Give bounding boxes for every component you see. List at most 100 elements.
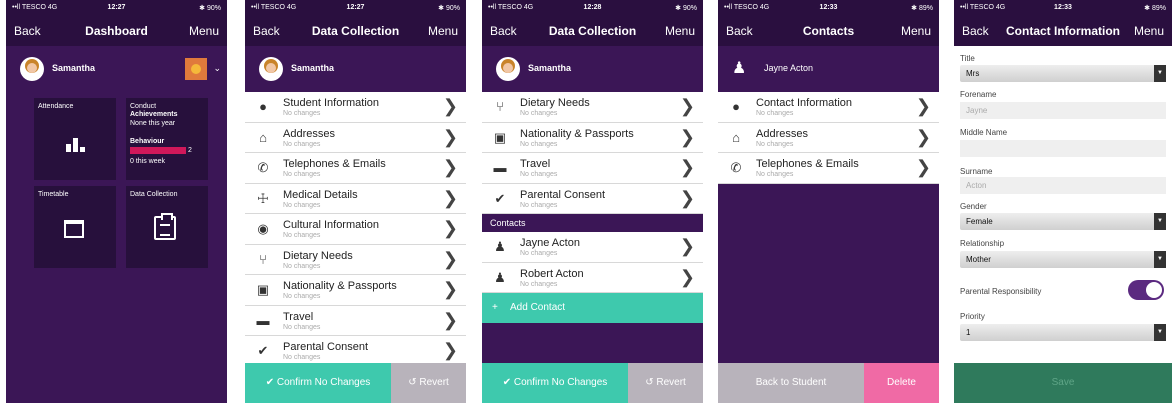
status-bar: ••ll TESCO 4G 12:27 ✱ 90%	[6, 0, 227, 16]
phone-icon: ✆	[730, 160, 742, 175]
item-label: Parental Consent	[520, 188, 605, 201]
battery-label: ✱ 89%	[1144, 5, 1166, 12]
list-item[interactable]: ⑂ Dietary Needs No changes ❯	[245, 244, 466, 275]
delete-button[interactable]: Delete	[864, 363, 939, 403]
chevron-right-icon: ❯	[679, 157, 695, 177]
battery-label: ✱ 89%	[911, 5, 933, 12]
item-label: Parental Consent	[283, 341, 368, 353]
priority-select[interactable]: 1 ▼	[960, 324, 1166, 341]
status-bar: ••ll TESCO 4G 12:27 ✱ 90%	[245, 0, 466, 16]
item-label: Nationality & Passports	[283, 280, 397, 292]
gender-select[interactable]: Female ▼	[960, 213, 1166, 230]
achievements-label: Achievements	[130, 111, 178, 118]
list-item[interactable]: ⌂ Addresses No changes ❯	[718, 122, 939, 153]
menu-button[interactable]: Menu	[428, 24, 458, 38]
list-item[interactable]: ▣ Nationality & Passports No changes ❯	[245, 275, 466, 306]
menu-button[interactable]: Menu	[1134, 24, 1164, 38]
item-status: No changes	[283, 293, 321, 300]
priority-label: Priority	[960, 312, 985, 321]
add-contact-button[interactable]: + Add Contact	[482, 293, 703, 323]
select-value: Mother	[966, 255, 991, 264]
person-pin-icon: ♟	[494, 269, 506, 285]
tile-label: Attendance	[38, 103, 74, 110]
item-status: No changes	[283, 354, 321, 361]
list-item[interactable]: ◉ Cultural Information No changes ❯	[245, 214, 466, 245]
menu-button[interactable]: Menu	[189, 24, 219, 38]
chevron-down-icon[interactable]: ⌄	[213, 63, 221, 74]
navbar: Back Data Collection Menu	[482, 16, 703, 46]
revert-button[interactable]: ↺ Revert	[628, 363, 703, 403]
list-item[interactable]: ▬ Travel No changes ❯	[482, 153, 703, 184]
parental-responsibility-label: Parental Responsibility	[960, 287, 1042, 296]
item-label: Addresses	[283, 127, 335, 140]
action-bar: ✔ Confirm No Changes ↺ Revert	[482, 363, 703, 403]
battery-label: ✱ 90%	[199, 5, 221, 12]
button-label: Add Contact	[510, 302, 566, 313]
list-item[interactable]: ▣ Nationality & Passports No changes ❯	[482, 122, 703, 153]
list-item[interactable]: ● Contact Information No changes ❯	[718, 92, 939, 123]
list-item[interactable]: ⑂ Dietary Needs No changes ❯	[482, 92, 703, 123]
phone-contacts: ••ll TESCO 4G 12:33 ✱ 89% Back Contacts …	[718, 0, 939, 403]
contact-menu-list: ● Contact Information No changes ❯ ⌂ Address…	[718, 92, 939, 184]
car-icon: ▬	[256, 312, 270, 328]
timetable-tile[interactable]: Timetable	[34, 186, 116, 268]
confirm-no-changes-button[interactable]: ✔ Confirm No Changes	[482, 363, 628, 403]
contacts-section-header: Contacts	[482, 214, 703, 232]
back-to-student-button[interactable]: Back to Student	[718, 363, 864, 403]
check-icon: ✔	[494, 190, 506, 206]
contact-item[interactable]: ♟ Jayne Acton No changes ❯	[482, 232, 703, 263]
confirm-no-changes-button[interactable]: ✔ Confirm No Changes	[245, 363, 391, 403]
list-item[interactable]: ✆ Telephones & Emails No changes ❯	[718, 153, 939, 184]
phone-data-collection-scrolled: ••ll TESCO 4G 12:28 ✱ 90% Back Data Coll…	[482, 0, 703, 403]
field-value: Acton	[966, 181, 987, 190]
clock: 12:33	[819, 4, 838, 11]
conduct-tile[interactable]: Conduct Achievements None this year Beha…	[126, 98, 208, 180]
item-label: Robert Acton	[520, 267, 584, 280]
forename-field[interactable]: Jayne	[960, 102, 1166, 119]
list-item[interactable]: ☩ Medical Details No changes ❯	[245, 183, 466, 214]
list-item[interactable]: ✆ Telephones & Emails No changes ❯	[245, 153, 466, 184]
chevron-right-icon: ❯	[442, 126, 458, 147]
navbar: Back Contacts Menu	[718, 16, 939, 46]
chevron-right-icon: ❯	[915, 96, 931, 116]
avatar	[20, 57, 44, 81]
item-status: No changes	[520, 110, 558, 117]
menu-button[interactable]: Menu	[901, 24, 931, 38]
select-value: Mrs	[966, 69, 980, 78]
menu-button[interactable]: Menu	[665, 24, 695, 38]
relationship-select[interactable]: Mother ▼	[960, 251, 1166, 268]
list-item[interactable]: ▬ Travel No changes ❯	[245, 305, 466, 336]
item-status: No changes	[520, 201, 558, 209]
contact-form: Title Mrs ▼ Forename Jayne Middle Name Su…	[954, 46, 1172, 403]
data-collection-tile[interactable]: Data Collection	[126, 186, 208, 268]
list-item[interactable]: ● Student Information No changes ❯	[245, 92, 466, 123]
student-name: Samantha	[528, 63, 572, 73]
avatar	[259, 57, 283, 81]
student-selector[interactable]: Samantha ⌄	[6, 46, 227, 92]
item-label: Telephones & Emails	[283, 158, 386, 170]
dashboard-grid: Attendance Conduct Achievements None thi…	[6, 92, 227, 403]
title-select[interactable]: Mrs ▼	[960, 65, 1166, 82]
chevron-right-icon: ❯	[679, 187, 695, 208]
button-label: Revert	[656, 377, 686, 388]
chevron-right-icon: ❯	[679, 236, 695, 256]
chevron-right-icon: ❯	[442, 309, 458, 330]
check-icon: ✔	[257, 343, 269, 358]
calendar-icon	[64, 220, 84, 238]
parental-responsibility-toggle[interactable]	[1128, 280, 1164, 300]
list-item[interactable]: ✔ Parental Consent No changes ❯	[482, 183, 703, 214]
surname-field[interactable]: Acton	[960, 177, 1166, 194]
list-item[interactable]: ✔ Parental Consent No changes ❯	[245, 336, 466, 367]
tile-label: Conduct	[130, 103, 157, 110]
list-item[interactable]: ⌂ Addresses No changes ❯	[245, 122, 466, 153]
home-icon: ⌂	[259, 129, 267, 145]
clock: 12:27	[107, 4, 126, 11]
revert-button[interactable]: ↺ Revert	[391, 363, 466, 403]
person-icon: ●	[259, 99, 267, 114]
middle-name-field[interactable]	[960, 140, 1166, 157]
attendance-tile[interactable]: Attendance	[34, 98, 116, 180]
chevron-right-icon: ❯	[442, 96, 458, 116]
save-button[interactable]: Save	[954, 363, 1172, 403]
contact-item[interactable]: ♟ Robert Acton No changes ❯	[482, 262, 703, 293]
chevron-right-icon: ❯	[679, 96, 695, 116]
